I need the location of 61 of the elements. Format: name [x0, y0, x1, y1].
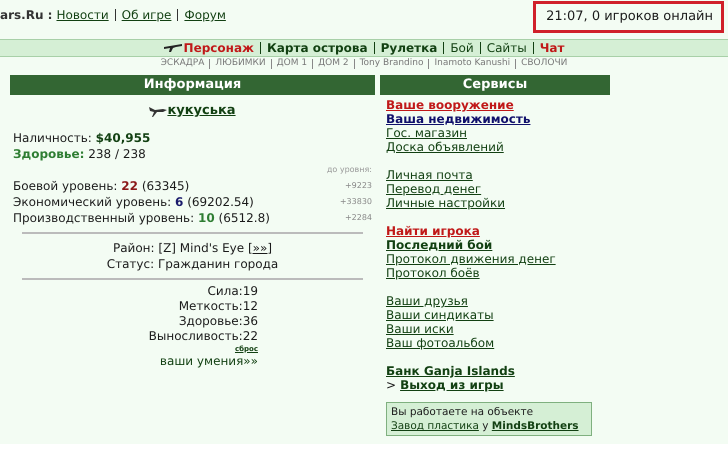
health-line: Здоровье: 238 / 238 [13, 146, 147, 162]
district-link[interactable]: [»»] [248, 240, 272, 254]
menu-link[interactable]: Сайты [486, 39, 527, 57]
service-link[interactable]: Ваше вооружение [386, 98, 514, 112]
level-line: Экономический уровень: 6 (69202.54) [13, 194, 254, 210]
service-link[interactable]: Протокол движения денег [386, 252, 556, 266]
quick-link[interactable]: ЛЮБИМКИ [215, 57, 266, 71]
level-remaining: +9223 [344, 180, 372, 192]
to-level-label: до уровня: [326, 164, 372, 176]
level-line: Производственный уровень: 10 (6512.8) [13, 210, 270, 226]
quick-link[interactable]: Inamoto Kanushi [434, 57, 510, 71]
attribute-line: Здоровье:36 [178, 314, 258, 328]
quick-link[interactable]: ДОМ 1 [276, 57, 308, 71]
section-header: Сервисы [380, 75, 610, 95]
attribute-line: Меткость:12 [178, 298, 258, 314]
service-link[interactable]: Личная почта [386, 168, 473, 182]
plane-icon [149, 104, 168, 117]
service-link[interactable]: Доска объявлений [386, 140, 504, 154]
level-remaining: +2284 [344, 212, 372, 224]
quick-link[interactable]: Tony Brandino [360, 57, 424, 71]
service-link[interactable]: Личные настройки [386, 196, 506, 210]
player-name[interactable]: кукуська [167, 101, 236, 120]
service-link[interactable]: Ваши синдикаты [386, 308, 494, 322]
quick-link[interactable]: СВОЛОЧИ [521, 57, 568, 71]
attribute-line: Выносливость:22 [148, 328, 258, 344]
service-link[interactable]: Ваши друзья [386, 294, 468, 308]
menu-link[interactable]: Рулетка [380, 39, 438, 57]
skills-link[interactable]: ваши умения»» [160, 354, 258, 368]
site-name: ars.Ru : [0, 7, 52, 24]
level-line: Боевой уровень: 22 (63345) [13, 178, 190, 194]
service-link[interactable]: Ваш фотоальбом [386, 336, 494, 350]
menu-link[interactable]: Персонаж [184, 39, 254, 57]
service-link[interactable]: Последний бой [386, 238, 492, 252]
level-remaining: +33830 [340, 196, 372, 208]
owner-link[interactable]: MindsBrothers [492, 420, 579, 432]
attribute-line: Сила:19 [207, 284, 258, 298]
menu-link[interactable]: Карта острова [267, 39, 368, 57]
header-link[interactable]: Новости [56, 6, 109, 24]
quick-link[interactable]: ЭСКАДРА [160, 57, 204, 71]
online-status: 21:07, 0 игроков онлайн [533, 1, 724, 33]
service-link[interactable]: Найти игрока [386, 224, 480, 238]
header-link[interactable]: Об игре [122, 6, 172, 24]
menu-link[interactable]: Бой [450, 39, 474, 57]
service-link[interactable]: Ваши иски [386, 322, 454, 336]
work-notice: Вы работаете на объекте Завод пластика у MindsBrothers [386, 402, 592, 436]
header-link[interactable]: Форум [184, 6, 226, 24]
quick-link[interactable]: ДОМ 2 [318, 57, 349, 71]
exit-marker: > [386, 378, 396, 392]
rifle-icon [164, 43, 182, 53]
service-link[interactable]: Протокол боёв [386, 266, 480, 280]
exit-link[interactable]: Выход из игры [400, 378, 504, 392]
section-header: Информация [10, 75, 375, 95]
service-link[interactable]: Перевод денег [386, 182, 482, 196]
object-link[interactable]: Завод пластика [391, 420, 479, 432]
service-link[interactable]: Гос. магазин [386, 126, 467, 140]
cash-line: Наличность: $40,955 [13, 130, 152, 146]
menu-link[interactable]: Чат [540, 39, 564, 57]
district-line: Район: [Z] Mind's Eye [»»] [112, 240, 274, 256]
service-link[interactable]: Ваша недвижимость [386, 112, 530, 126]
bank-link[interactable]: Банк Ganja Islands [386, 364, 515, 378]
status-line: Статус: Гражданин города [106, 256, 280, 272]
